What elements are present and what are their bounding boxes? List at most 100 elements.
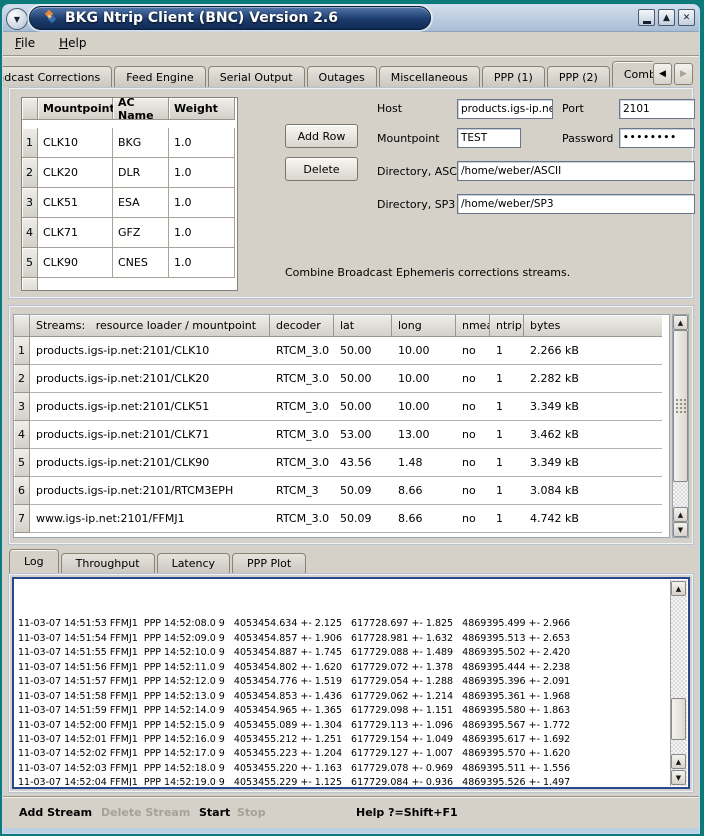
stream-ntrip[interactable]: 1 (490, 393, 524, 421)
stream-long[interactable]: 8.66 (392, 477, 456, 505)
start-button[interactable]: Start (199, 806, 230, 819)
stream-lat[interactable]: 43.56 (334, 449, 392, 477)
column-header-weight[interactable]: Weight (169, 98, 235, 120)
stream-decoder[interactable]: RTCM_3.0 (270, 449, 334, 477)
stream-lat[interactable]: 50.00 (334, 365, 392, 393)
titlebar[interactable]: ▼ BKG Ntrip Client (BNC) Version 2.6 ▲ ✕ (3, 5, 699, 32)
cell-mountpoint[interactable]: CLK51 (38, 188, 113, 218)
stream-decoder[interactable]: RTCM_3.0 (270, 393, 334, 421)
scroll-up-button[interactable]: ▲ (671, 581, 686, 596)
cell-ac-name[interactable]: GFZ (113, 218, 169, 248)
scroll-down-button[interactable]: ▼ (671, 770, 686, 785)
stream-lat[interactable]: 50.00 (334, 393, 392, 421)
menu-help[interactable]: Help (59, 36, 86, 50)
column-header-decoder[interactable]: decoder (270, 315, 334, 337)
stream-decoder[interactable]: RTCM_3.0 (270, 365, 334, 393)
column-header-mountpoint[interactable]: Mountpoint (38, 98, 113, 120)
stream-decoder[interactable]: RTCM_3.0 (270, 505, 334, 533)
tab-scroll-left-button[interactable]: ◀ (653, 63, 672, 85)
tab-outages[interactable]: Outages (307, 66, 377, 87)
tab-scroll-right-button[interactable]: ▶ (674, 63, 693, 85)
stream-nmea[interactable]: no (456, 421, 490, 449)
stream-lat[interactable]: 50.00 (334, 337, 392, 365)
cell-ac-name[interactable]: BKG (113, 128, 169, 158)
cell-weight[interactable]: 1.0 (169, 248, 235, 278)
tab-serial-output[interactable]: Serial Output (208, 66, 305, 87)
column-header-bytes[interactable]: bytes (524, 315, 662, 337)
tab-latency[interactable]: Latency (157, 553, 230, 573)
host-input[interactable]: products.igs-ip.net (457, 99, 553, 119)
stream-nmea[interactable]: no (456, 365, 490, 393)
cell-ac-name[interactable]: ESA (113, 188, 169, 218)
stream-bytes[interactable]: 2.266 kB (524, 337, 662, 365)
column-header-lat[interactable]: lat (334, 315, 392, 337)
add-stream-button[interactable]: Add Stream (19, 806, 92, 819)
log-scrollbar[interactable]: ▲ ▲ ▼ (670, 580, 687, 786)
stream-lat[interactable]: 50.09 (334, 477, 392, 505)
stream-nmea[interactable]: no (456, 337, 490, 365)
tab-throughput[interactable]: Throughput (61, 553, 155, 573)
stream-long[interactable]: 10.00 (392, 365, 456, 393)
stream-ntrip[interactable]: 1 (490, 337, 524, 365)
cell-mountpoint[interactable]: CLK71 (38, 218, 113, 248)
port-input[interactable]: 2101 (619, 99, 695, 119)
tab-ppp-1[interactable]: PPP (1) (482, 66, 545, 87)
stream-bytes[interactable]: 4.742 kB (524, 505, 662, 533)
cell-weight[interactable]: 1.0 (169, 158, 235, 188)
column-header-source[interactable]: Streams: resource loader / mountpoint (30, 315, 270, 337)
window-menu-button[interactable]: ▼ (6, 8, 28, 30)
close-button[interactable]: ✕ (678, 9, 695, 26)
stream-lat[interactable]: 50.09 (334, 505, 392, 533)
stream-ntrip[interactable]: 1 (490, 365, 524, 393)
tab-miscellaneous[interactable]: Miscellaneous (379, 66, 480, 87)
cell-empty[interactable] (38, 278, 235, 291)
column-header-nmea[interactable]: nmea (456, 315, 490, 337)
cell-weight[interactable]: 1.0 (169, 188, 235, 218)
maximize-button[interactable]: ▲ (658, 9, 675, 26)
cell-ac-name[interactable]: DLR (113, 158, 169, 188)
stream-source[interactable]: products.igs-ip.net:2101/CLK10 (30, 337, 270, 365)
column-header-long[interactable]: long (392, 315, 456, 337)
directory-ascii-input[interactable]: /home/weber/ASCII (457, 161, 695, 181)
stream-decoder[interactable]: RTCM_3.0 (270, 421, 334, 449)
stream-decoder[interactable]: RTCM_3.0 (270, 337, 334, 365)
stream-ntrip[interactable]: 1 (490, 449, 524, 477)
password-input[interactable]: •••••••• (619, 128, 695, 148)
streams-scrollbar[interactable]: ▲ ▲ ▼ (672, 314, 689, 538)
stream-source[interactable]: products.igs-ip.net:2101/RTCM3EPH (30, 477, 270, 505)
stream-decoder[interactable]: RTCM_3 (270, 477, 334, 505)
tab-broadcast-corrections[interactable]: Broadcast Corrections (3, 66, 112, 87)
delete-button[interactable]: Delete (285, 157, 358, 181)
tab-log[interactable]: Log (9, 549, 59, 573)
stream-bytes[interactable]: 3.349 kB (524, 393, 662, 421)
cell-mountpoint[interactable]: CLK90 (38, 248, 113, 278)
tab-feed-engine[interactable]: Feed Engine (114, 66, 205, 87)
directory-sp3-input[interactable]: /home/weber/SP3 (457, 194, 695, 214)
stream-long[interactable]: 10.00 (392, 337, 456, 365)
tab-combination[interactable]: Combination (612, 61, 653, 87)
stream-source[interactable]: products.igs-ip.net:2101/CLK51 (30, 393, 270, 421)
cell-ac-name[interactable]: CNES (113, 248, 169, 278)
streams-scrollbar-thumb[interactable] (673, 330, 688, 482)
stream-bytes[interactable]: 2.282 kB (524, 365, 662, 393)
mountpoint-input[interactable]: TEST (457, 128, 521, 148)
cell-mountpoint[interactable]: CLK20 (38, 158, 113, 188)
stream-source[interactable]: www.igs-ip.net:2101/FFMJ1 (30, 505, 270, 533)
column-header-ntrip[interactable]: ntrip (490, 315, 524, 337)
menu-file[interactable]: File (15, 36, 35, 50)
stream-nmea[interactable]: no (456, 505, 490, 533)
log-output[interactable]: 11-03-07 14:51:53 FFMJ1 PPP 14:52:08.0 9… (12, 577, 690, 789)
tab-ppp-plot[interactable]: PPP Plot (232, 553, 306, 573)
minimize-button[interactable] (638, 9, 655, 26)
column-header-ac-name[interactable]: AC Name (113, 98, 169, 120)
stream-long[interactable]: 13.00 (392, 421, 456, 449)
stream-ntrip[interactable]: 1 (490, 421, 524, 449)
cell-weight[interactable]: 1.0 (169, 218, 235, 248)
stop-button[interactable]: Stop (237, 806, 266, 819)
stream-bytes[interactable]: 3.349 kB (524, 449, 662, 477)
add-row-button[interactable]: Add Row (285, 124, 358, 148)
stream-source[interactable]: products.igs-ip.net:2101/CLK90 (30, 449, 270, 477)
scroll-up-button-2[interactable]: ▲ (671, 754, 686, 769)
cell-mountpoint[interactable]: CLK10 (38, 128, 113, 158)
stream-long[interactable]: 1.48 (392, 449, 456, 477)
